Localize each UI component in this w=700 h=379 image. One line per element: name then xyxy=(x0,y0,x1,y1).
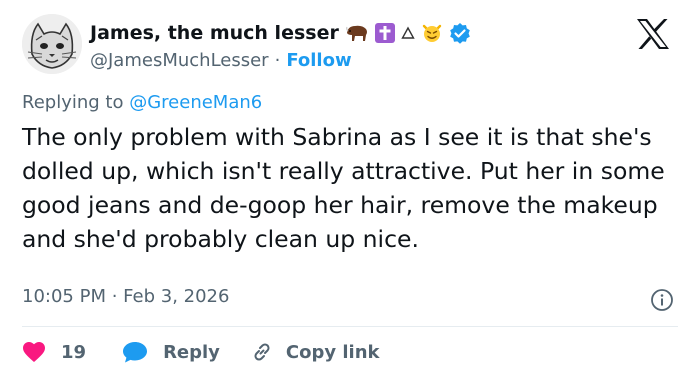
reply-mention-link[interactable]: @GreeneMan6 xyxy=(129,92,262,113)
heart-icon xyxy=(23,342,45,362)
copy-link-button[interactable]: Copy link xyxy=(250,340,380,364)
follow-button[interactable]: Follow xyxy=(286,50,351,71)
link-icon xyxy=(254,343,270,361)
info-icon[interactable] xyxy=(650,288,674,312)
replying-prefix: Replying to xyxy=(22,92,124,113)
divider xyxy=(22,326,678,327)
cat-sketch-icon xyxy=(22,14,82,74)
x-logo-icon[interactable] xyxy=(636,18,670,50)
action-bar: 19 Reply Copy link xyxy=(22,338,380,366)
like-button[interactable]: 19 xyxy=(22,341,86,363)
tweet-text: The only problem with Sabrina as I see i… xyxy=(22,123,665,253)
author-name-row[interactable]: James, the much lesser xyxy=(90,20,471,46)
bison-icon xyxy=(345,23,369,43)
cross-icon xyxy=(374,23,395,43)
replying-to: Replying to @GreeneMan6 xyxy=(22,92,262,113)
verified-badge-icon xyxy=(449,22,471,44)
handle-row: @JamesMuchLesser · Follow xyxy=(90,48,352,72)
separator-dot: · xyxy=(274,49,281,71)
speech-bubble-icon xyxy=(123,342,148,363)
tweet-timestamp[interactable]: 10:05 PM · Feb 3, 2026 xyxy=(22,286,229,307)
devil-face-icon xyxy=(421,22,443,44)
author-handle[interactable]: @JamesMuchLesser xyxy=(90,50,269,71)
avatar[interactable] xyxy=(22,14,82,74)
like-count: 19 xyxy=(61,341,87,363)
copy-link-label: Copy link xyxy=(285,341,380,363)
display-name[interactable]: James, the much lesser xyxy=(90,22,339,44)
triangle-icon xyxy=(401,26,415,40)
reply-button[interactable]: Reply xyxy=(122,341,220,363)
reply-label: Reply xyxy=(163,341,220,363)
